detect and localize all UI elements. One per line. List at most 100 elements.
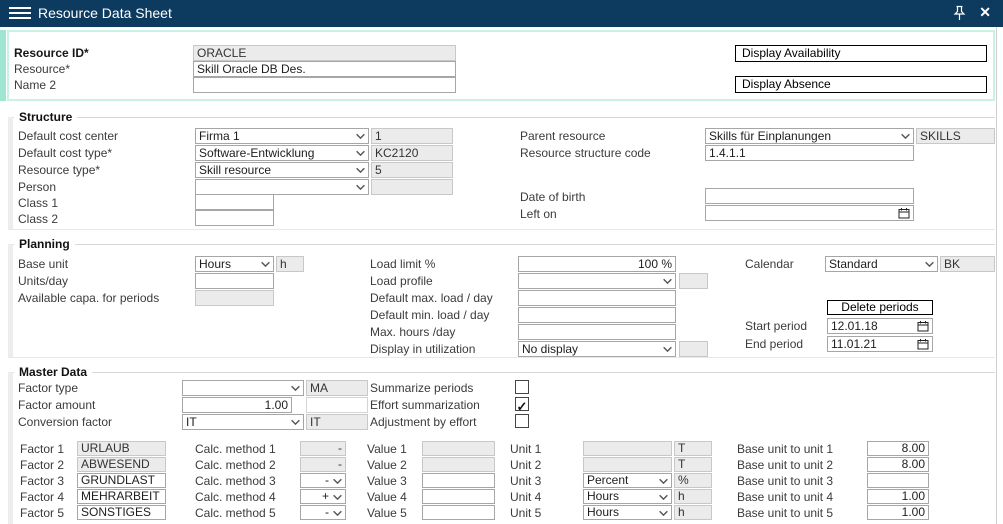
- load-limit-label: Load limit %: [370, 256, 435, 272]
- conversion-factor-select[interactable]: IT: [182, 414, 304, 430]
- base-unit-to-unit3-field[interactable]: [867, 473, 929, 488]
- display-in-utilization-label: Display in utilization: [370, 341, 475, 357]
- structure-code-label: Resource structure code: [520, 145, 651, 161]
- date-of-birth-field[interactable]: [705, 188, 914, 204]
- hamburger-menu-icon[interactable]: [9, 7, 31, 20]
- class1-field[interactable]: [195, 194, 274, 210]
- display-availability-button[interactable]: Display Availability: [735, 45, 987, 62]
- unit3-value: Percent: [587, 473, 628, 487]
- factor2-label: Factor 2: [20, 457, 64, 473]
- available-capa-label: Available capa. for periods: [18, 290, 159, 306]
- parent-resource-select[interactable]: Skills für Einplanungen: [705, 128, 914, 144]
- default-cost-center-select[interactable]: Firma 1: [195, 128, 369, 144]
- chevron-down-icon: [260, 259, 271, 270]
- planning-section-line: [8, 244, 995, 245]
- value3-field[interactable]: [422, 473, 495, 488]
- value5-field[interactable]: [422, 505, 495, 520]
- master-section-band: [8, 372, 13, 524]
- name2-field[interactable]: [193, 77, 456, 93]
- default-cost-type-select[interactable]: Software-Entwicklung: [195, 145, 369, 161]
- max-hours-day-field[interactable]: [518, 324, 676, 340]
- factor3-field[interactable]: GRUNDLAST: [77, 473, 166, 488]
- planning-section-bottom: [8, 357, 995, 358]
- left-on-field[interactable]: [705, 205, 914, 221]
- delete-periods-button[interactable]: Delete periods: [827, 300, 933, 315]
- factor5-field[interactable]: SONSTIGES: [77, 505, 166, 520]
- pin-icon[interactable]: [952, 5, 967, 22]
- units-day-field[interactable]: [195, 273, 274, 289]
- summarize-periods-label: Summarize periods: [370, 380, 473, 396]
- calendar-value: Standard: [829, 257, 878, 271]
- base-unit-to-unit1-field[interactable]: 8.00: [867, 441, 929, 456]
- start-period-label: Start period: [745, 318, 807, 334]
- calendar-icon[interactable]: [917, 338, 929, 350]
- resource-field[interactable]: Skill Oracle DB Des.: [193, 61, 456, 77]
- start-period-value: 12.01.18: [831, 319, 878, 333]
- value4-field[interactable]: [422, 489, 495, 504]
- value2-field: [422, 457, 495, 472]
- load-profile-select[interactable]: [518, 273, 676, 289]
- default-min-load-field[interactable]: [518, 307, 676, 323]
- default-max-load-field[interactable]: [518, 290, 676, 306]
- default-cost-type-code: KC2120: [371, 145, 453, 161]
- end-period-field[interactable]: 11.01.21: [827, 336, 933, 352]
- unit5-select[interactable]: Hours: [583, 505, 672, 520]
- planning-section-band: [8, 244, 13, 357]
- close-icon[interactable]: ✕: [979, 4, 991, 21]
- display-in-utilization-value: No display: [522, 342, 578, 356]
- unit3-label: Unit 3: [510, 473, 541, 489]
- adjustment-by-effort-checkbox[interactable]: [515, 414, 529, 428]
- parent-resource-value: Skills für Einplanungen: [709, 129, 831, 143]
- unit4-label: Unit 4: [510, 489, 541, 505]
- base-unit-select[interactable]: Hours: [195, 256, 274, 272]
- base-unit-to-unit2-field[interactable]: 8.00: [867, 457, 929, 472]
- conversion-factor-label: Conversion factor: [18, 414, 112, 430]
- structure-code-field[interactable]: 1.4.1.1: [705, 145, 914, 161]
- date-of-birth-label: Date of birth: [520, 189, 585, 205]
- display-in-utilization-code: [679, 341, 708, 357]
- effort-summarization-label: Effort summarization: [370, 397, 480, 413]
- unit2-label: Unit 2: [510, 457, 541, 473]
- calc-method5-select[interactable]: -: [300, 505, 346, 520]
- load-limit-field[interactable]: 100 %: [518, 256, 676, 272]
- chevron-down-icon: [332, 476, 343, 487]
- base-unit-to-unit2-label: Base unit to unit 2: [737, 457, 833, 473]
- display-absence-button[interactable]: Display Absence: [735, 76, 987, 93]
- calendar-select[interactable]: Standard: [825, 256, 938, 272]
- calc-method4-select[interactable]: +: [300, 489, 346, 504]
- calc-method3-select[interactable]: -: [300, 473, 346, 488]
- factor-amount-label: Factor amount: [18, 397, 95, 413]
- start-period-field[interactable]: 12.01.18: [827, 318, 933, 334]
- calendar-icon[interactable]: [898, 207, 910, 219]
- unit4-code: h: [674, 489, 712, 504]
- load-profile-label: Load profile: [370, 273, 433, 289]
- summarize-periods-checkbox[interactable]: [515, 380, 529, 394]
- structure-section-band: [8, 117, 13, 229]
- effort-summarization-checkbox[interactable]: [515, 397, 529, 411]
- unit4-select[interactable]: Hours: [583, 489, 672, 504]
- factor1-label: Factor 1: [20, 441, 64, 457]
- base-unit-to-unit5-field[interactable]: 1.00: [867, 505, 929, 520]
- unit5-code: h: [674, 505, 712, 520]
- chevron-down-icon: [658, 492, 669, 503]
- conversion-factor-value: IT: [186, 415, 197, 429]
- chevron-down-icon: [355, 182, 366, 193]
- calc-method1-label: Calc. method 1: [195, 441, 276, 457]
- factor-type-select[interactable]: [182, 380, 304, 396]
- unit3-select[interactable]: Percent: [583, 473, 672, 488]
- default-cost-center-value: Firma 1: [199, 129, 240, 143]
- base-unit-label: Base unit: [18, 256, 68, 272]
- chevron-down-icon: [662, 344, 673, 355]
- end-period-value: 11.01.21: [831, 337, 877, 351]
- factor-amount-field[interactable]: 1.00: [182, 397, 292, 413]
- person-select[interactable]: [195, 179, 369, 195]
- resource-type-select[interactable]: Skill resource: [195, 162, 369, 178]
- display-in-utilization-select[interactable]: No display: [518, 341, 676, 357]
- class2-field[interactable]: [195, 210, 274, 226]
- base-unit-to-unit4-field[interactable]: 1.00: [867, 489, 929, 504]
- calendar-label: Calendar: [745, 256, 794, 272]
- factor4-field[interactable]: MEHRARBEIT: [77, 489, 166, 504]
- factor2-field: ABWESEND: [77, 457, 166, 472]
- chevron-down-icon: [290, 417, 301, 428]
- calendar-icon[interactable]: [917, 320, 929, 332]
